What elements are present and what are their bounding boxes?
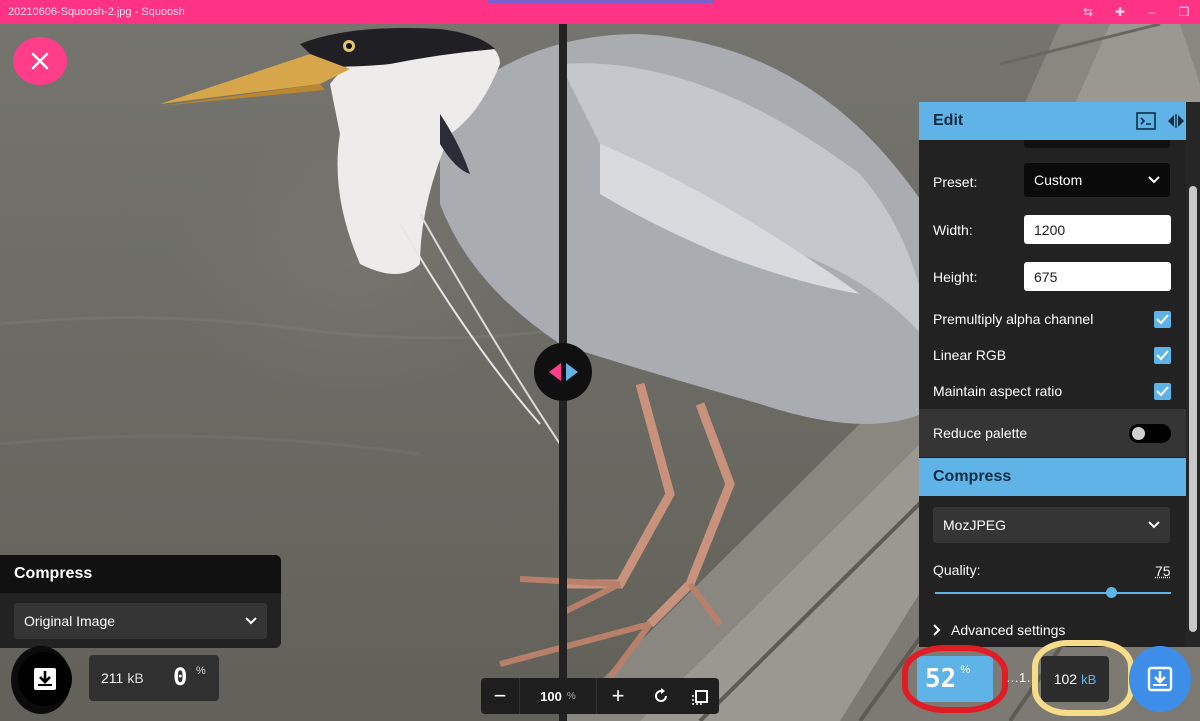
left-compress-panel: Compress Original Image xyxy=(0,555,281,648)
annotation-yellow-circle xyxy=(1032,640,1134,716)
quality-value[interactable]: 75 xyxy=(1155,563,1171,579)
codec-select[interactable]: MozJPEG xyxy=(933,507,1170,543)
arrow-right-icon xyxy=(565,363,578,381)
download-icon xyxy=(1147,666,1173,692)
codec-value: MozJPEG xyxy=(943,517,1007,533)
premultiply-checkbox[interactable] xyxy=(1154,311,1171,328)
translate-icon[interactable]: ⇆ xyxy=(1072,5,1104,19)
reduce-palette-toggle[interactable] xyxy=(1129,424,1171,443)
annotation-red-circle xyxy=(902,645,1008,713)
chevron-down-icon xyxy=(1148,176,1160,184)
close-icon xyxy=(31,52,49,70)
restore-icon[interactable]: ❐ xyxy=(1168,5,1200,19)
width-input[interactable]: 1200 xyxy=(1024,215,1171,244)
preset-select[interactable]: Custom xyxy=(1024,163,1170,197)
original-percent-symbol: % xyxy=(196,665,206,677)
linear-rgb-checkbox[interactable] xyxy=(1154,347,1171,364)
zoom-out-button[interactable]: − xyxy=(481,678,519,714)
zoom-level-value: 100 xyxy=(540,688,562,704)
height-label: Height: xyxy=(933,269,978,285)
collapsed-control xyxy=(1024,140,1170,148)
reduce-palette-label: Reduce palette xyxy=(933,425,1028,441)
window-titlebar: 20210606-Squoosh-2.jpg - Squoosh ⇆ ✚ – ❐ xyxy=(0,0,1200,24)
titlebar-controls: ⇆ ✚ – ❐ xyxy=(1072,0,1200,24)
height-input[interactable]: 675 xyxy=(1024,262,1171,291)
zoom-in-button[interactable]: + xyxy=(597,678,639,714)
download-icon xyxy=(34,668,56,690)
original-percent-value: 0 xyxy=(173,663,188,691)
download-compressed-button[interactable] xyxy=(1129,646,1191,712)
checkmark-icon xyxy=(1156,314,1169,325)
extensions-icon[interactable]: ✚ xyxy=(1104,5,1136,19)
chevron-down-icon xyxy=(245,617,257,625)
checkmark-icon xyxy=(1156,350,1169,361)
compare-slider-handle[interactable] xyxy=(534,343,592,401)
original-size-unit: kB xyxy=(127,670,144,686)
zoom-level-unit: % xyxy=(566,690,576,702)
download-original-button[interactable] xyxy=(18,652,72,706)
left-codec-value: Original Image xyxy=(24,613,116,629)
active-tab-indicator xyxy=(488,0,714,3)
preset-value: Custom xyxy=(1034,172,1083,188)
arrow-left-icon xyxy=(548,363,561,381)
original-size-value: 211 xyxy=(101,670,124,686)
chevron-right-icon xyxy=(933,624,941,636)
maintain-aspect-checkbox[interactable] xyxy=(1154,383,1171,400)
rotate-icon xyxy=(655,688,667,702)
checkmark-icon xyxy=(1156,386,1169,397)
terminal-icon[interactable] xyxy=(1136,112,1156,130)
left-codec-select[interactable]: Original Image xyxy=(14,603,267,639)
width-label: Width: xyxy=(933,222,973,238)
code-arrows-icon[interactable] xyxy=(1166,113,1186,129)
settings-scrollbar[interactable] xyxy=(1186,102,1200,647)
toggle-background-button[interactable] xyxy=(684,678,718,714)
minimize-icon[interactable]: – xyxy=(1136,5,1168,19)
quality-label: Quality: xyxy=(933,562,981,578)
compress-heading: Compress xyxy=(919,458,1200,496)
close-button[interactable] xyxy=(13,37,67,85)
scrollbar-thumb[interactable] xyxy=(1189,186,1197,632)
quality-slider[interactable] xyxy=(935,592,1171,594)
maintain-aspect-label: Maintain aspect ratio xyxy=(933,383,1063,399)
advanced-settings-toggle[interactable]: Advanced settings xyxy=(933,622,1065,638)
background-toggle-icon xyxy=(692,690,708,705)
original-size-info: 211 kB 0 % xyxy=(89,655,219,701)
rotate-button[interactable] xyxy=(644,678,678,714)
quality-slider-thumb[interactable] xyxy=(1106,587,1117,598)
advanced-settings-label: Advanced settings xyxy=(951,622,1066,638)
left-compress-heading: Compress xyxy=(0,555,281,593)
linear-rgb-label: Linear RGB xyxy=(933,347,1007,363)
right-settings-panel: Edit Preset: Custom Width: 1200 Height: … xyxy=(919,102,1200,647)
edit-heading: Edit xyxy=(933,112,964,129)
toggle-knob xyxy=(1132,427,1145,440)
edit-header: Edit xyxy=(919,102,1200,140)
chevron-down-icon xyxy=(1148,521,1160,529)
premultiply-label: Premultiply alpha channel xyxy=(933,311,1094,327)
window-title: 20210606-Squoosh-2.jpg - Squoosh xyxy=(8,6,185,18)
preset-label: Preset: xyxy=(933,174,978,190)
zoom-level-input[interactable]: 100 % xyxy=(519,678,597,714)
